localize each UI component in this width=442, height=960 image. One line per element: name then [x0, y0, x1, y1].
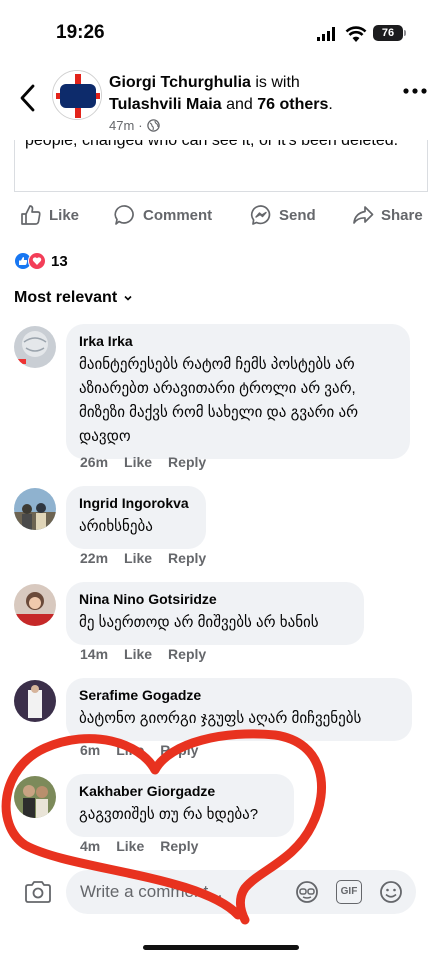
avatar[interactable] [14, 776, 56, 818]
comment-text: მე საერთოდ არ მიშვებს არ ხანის [79, 614, 319, 631]
shared-content-card[interactable]: people, changed who can see it, or it's … [14, 140, 428, 192]
wifi-icon [345, 26, 367, 42]
post-header: Giorgi Tchurghulia is with Tulashvili Ma… [0, 62, 442, 142]
avatar-image [14, 584, 56, 626]
comment-time[interactable]: 14m [80, 646, 108, 662]
comment-sort-dropdown[interactable]: Most relevant [14, 289, 133, 307]
shared-content-text: people, changed who can see it, or it's … [25, 140, 399, 149]
like-label: Like [49, 206, 80, 224]
signal-icon [317, 27, 335, 41]
comment-time[interactable]: 26m [80, 454, 108, 470]
avatar-image [14, 488, 56, 530]
comment-text: ბატონო გიორგი ჯგუფს აღარ მიჩვენებს [79, 710, 362, 727]
comment-text: მაინტერესებს რატომ ჩემს პოსტებს არ აზიარ… [79, 356, 359, 445]
comment-reply-button[interactable]: Reply [160, 838, 198, 854]
comment-time[interactable]: 4m [80, 838, 100, 854]
comment-bubble[interactable]: Kakhaber Giorgadze გაგვთიშეს თუ რა ხდება… [66, 774, 294, 837]
avatar[interactable] [14, 584, 56, 626]
comment-author[interactable]: Nina Nino Gotsiridze [79, 590, 351, 608]
comment-composer: GIF [0, 862, 442, 922]
comment-author[interactable]: Serafime Gogadze [79, 686, 399, 704]
send-label: Send [279, 206, 316, 224]
avatar[interactable] [14, 326, 56, 368]
avatar-sticker-icon[interactable] [294, 880, 320, 904]
more-options-icon[interactable] [402, 86, 428, 96]
comment-reply-button[interactable]: Reply [160, 742, 198, 758]
comment-like-button[interactable]: Like [124, 454, 152, 470]
avatar-image [14, 326, 56, 368]
like-button[interactable]: Like [20, 204, 79, 226]
meta-separator: · [138, 118, 143, 133]
comment-bubble[interactable]: Irka Irka მაინტერესებს რატომ ჩემს პოსტებ… [66, 324, 410, 459]
status-bar: 19:26 76 [0, 0, 442, 62]
status-time: 19:26 [56, 22, 105, 43]
share-label: Share [381, 206, 423, 224]
share-button[interactable]: Share [352, 204, 423, 226]
comment-meta: 4m Like Reply [80, 838, 198, 854]
comment-input[interactable] [66, 870, 416, 914]
comment-bubble[interactable]: Serafime Gogadze ბატონო გიორგი ჯგუფს აღა… [66, 678, 412, 741]
comment-meta: 22m Like Reply [80, 550, 206, 566]
chevron-down-icon [124, 295, 132, 301]
comment-reply-button[interactable]: Reply [168, 454, 206, 470]
battery-icon: 76 [373, 25, 406, 41]
sort-label: Most relevant [14, 289, 118, 306]
comment-time[interactable]: 22m [80, 550, 108, 566]
comment-button[interactable]: Comment [114, 204, 212, 226]
send-button[interactable]: Send [250, 204, 316, 226]
comment-label: Comment [143, 206, 213, 224]
tagged-others[interactable]: 76 others [257, 96, 328, 113]
comment-text: გაგვთიშეს თუ რა ხდება? [79, 806, 259, 823]
comment-time[interactable]: 6m [80, 742, 100, 758]
comment-like-button[interactable]: Like [124, 646, 152, 662]
page-logo[interactable] [52, 70, 102, 120]
avatar-image [14, 680, 56, 722]
comment-author[interactable]: Ingrid Ingorokva [79, 494, 193, 512]
tagged-person[interactable]: Tulashvili Maia [109, 96, 222, 113]
globe-icon [146, 119, 160, 132]
comment-bubble[interactable]: Nina Nino Gotsiridze მე საერთოდ არ მიშვე… [66, 582, 364, 645]
comment-like-button[interactable]: Like [116, 838, 144, 854]
comment-bubble[interactable]: Ingrid Ingorokva არიხსნება [66, 486, 206, 549]
comment-like-button[interactable]: Like [116, 742, 144, 758]
share-icon [353, 206, 374, 224]
gif-icon[interactable]: GIF [336, 880, 362, 904]
period: . [328, 96, 333, 113]
reaction-summary[interactable]: 13 [14, 250, 68, 272]
post-header-text: Giorgi Tchurghulia is with Tulashvili Ma… [109, 72, 389, 116]
comment-text: არიხსნება [79, 518, 153, 535]
messenger-icon [250, 205, 271, 225]
with-word: is with [250, 74, 300, 91]
comment-author[interactable]: Kakhaber Giorgadze [79, 782, 281, 800]
post-author[interactable]: Giorgi Tchurghulia [109, 74, 251, 91]
post-time[interactable]: 47m [109, 118, 134, 133]
emoji-icon[interactable] [378, 880, 404, 904]
comment-icon [114, 205, 134, 225]
post-action-bar: Like Comment Send Share [0, 198, 442, 234]
comment-reply-button[interactable]: Reply [168, 550, 206, 566]
home-indicator [143, 945, 299, 950]
avatar[interactable] [14, 488, 56, 530]
love-reaction-icon [28, 252, 46, 270]
avatar[interactable] [14, 680, 56, 722]
comment-meta: 26m Like Reply [80, 454, 206, 470]
comment-author[interactable]: Irka Irka [79, 332, 397, 350]
comment-reply-button[interactable]: Reply [168, 646, 206, 662]
back-icon[interactable] [14, 80, 42, 116]
thumbs-up-icon [21, 205, 41, 225]
post-meta: 47m · [109, 118, 160, 133]
logo-icon [53, 71, 101, 119]
comment-meta: 14m Like Reply [80, 646, 206, 662]
comment-meta: 6m Like Reply [80, 742, 198, 758]
comment-like-button[interactable]: Like [124, 550, 152, 566]
camera-icon[interactable] [24, 880, 52, 904]
avatar-image [14, 776, 56, 818]
and-word: and [221, 96, 258, 113]
reaction-count: 13 [51, 252, 68, 270]
